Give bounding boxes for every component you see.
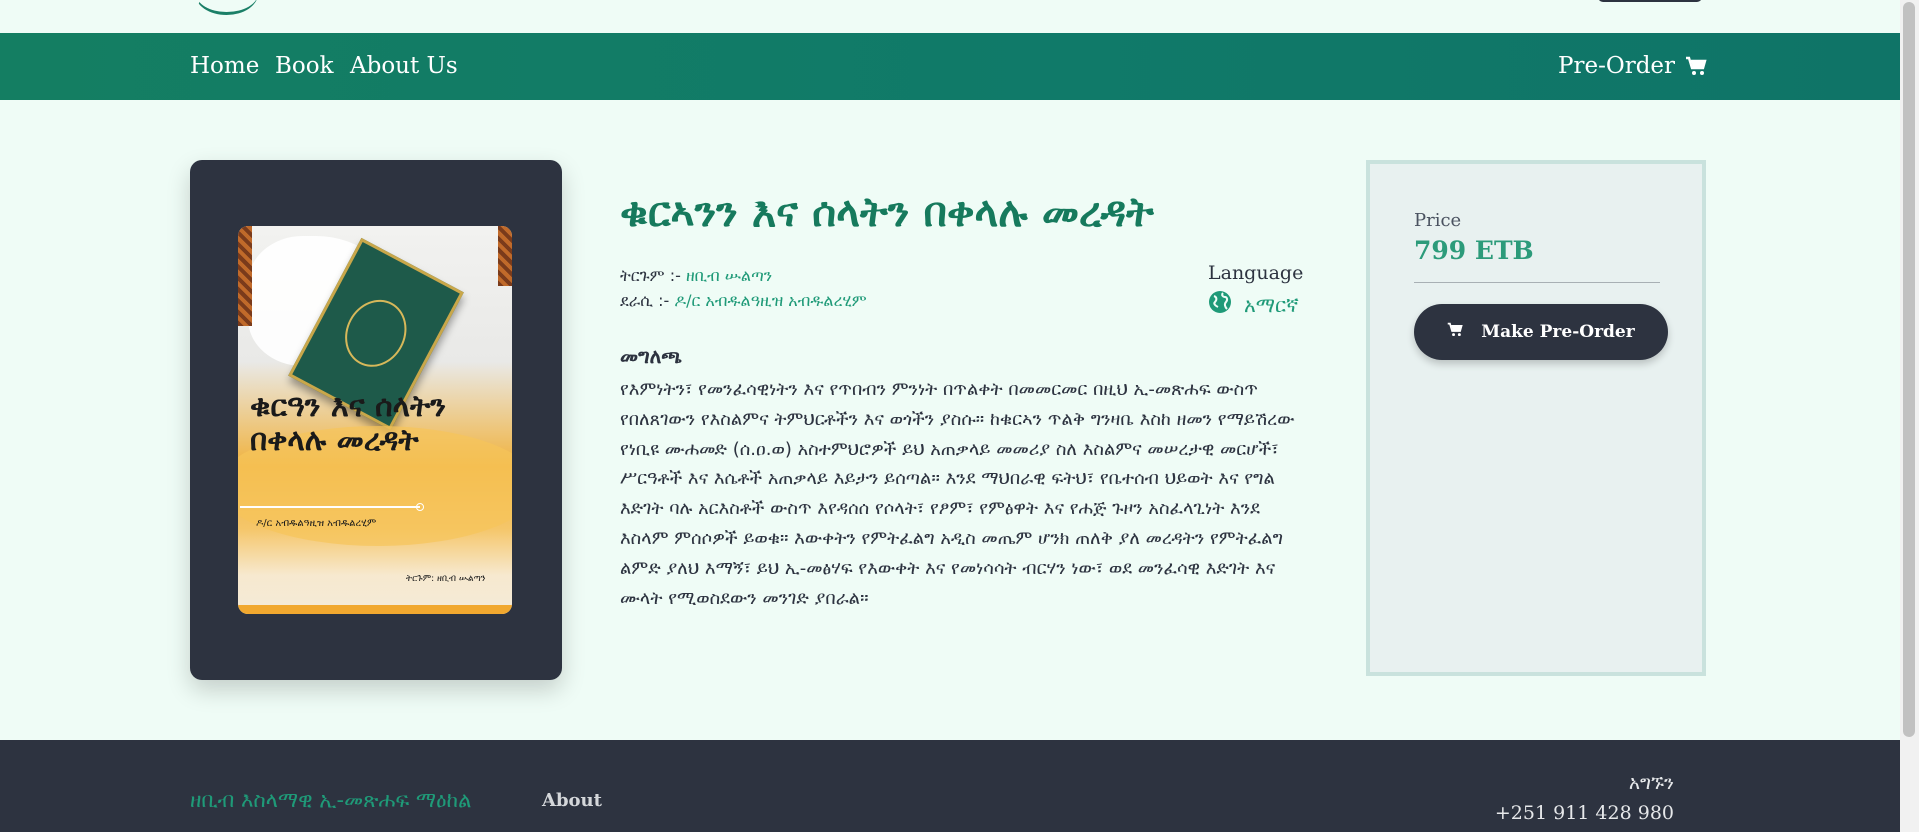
cover-pattern <box>498 226 512 286</box>
cover-author: ዶ/ር አብዱልዓዚዝ አብዱልረሂም <box>256 518 377 529</box>
cover-translator: ትርጉም: ዘቢብ ሡልጣን <box>406 574 486 584</box>
cover-pattern <box>238 226 252 326</box>
price-label: Price <box>1414 210 1462 231</box>
site-logo[interactable] <box>195 0 258 15</box>
cover-title: ቁርዓን እና ሰላትን በቀላሉ መረዳት <box>250 389 446 458</box>
translator-label: ትርጉም :- <box>620 266 681 285</box>
nav-home-link[interactable]: Home <box>190 53 259 79</box>
site-footer: ዘቢብ እስላማዊ ኢ-መጽሐፍ ማዕከል About አግኙን +251 91… <box>0 740 1900 832</box>
make-preorder-button[interactable]: Make Pre-Order <box>1414 304 1668 360</box>
book-cover-panel: ቁርዓን እና ሰላትን በቀላሉ መረዳት ዶ/ር አብዱልዓዚዝ አብዱልረ… <box>190 160 562 680</box>
author-label: ደራሲ :- <box>620 291 670 310</box>
cart-icon <box>1447 322 1463 342</box>
language-name: አማርኛ <box>1244 292 1299 317</box>
top-header <box>0 0 1900 33</box>
price-divider <box>1414 282 1660 283</box>
book-cover-image: ቁርዓን እና ሰላትን በቀላሉ መረዳት ዶ/ር አብዱልዓዚዝ አብዱልረ… <box>238 226 512 614</box>
cover-bottom-bar <box>238 605 512 614</box>
footer-brand[interactable]: ዘቢብ እስላማዊ ኢ-መጽሐፍ ማዕከል <box>190 788 471 813</box>
book-title: ቁርኣንን እና ሰላትን በቀላሉ መረዳት <box>620 188 1154 236</box>
nav-about-link[interactable]: About Us <box>350 53 458 79</box>
footer-phone[interactable]: +251 911 428 980 <box>1495 802 1674 824</box>
make-preorder-label: Make Pre-Order <box>1481 322 1635 342</box>
nav-preorder-label: Pre-Order <box>1558 53 1676 79</box>
main-navbar: Home Book About Us Pre-Order <box>0 33 1900 100</box>
language-label: Language <box>1208 262 1304 284</box>
author-row: ደራሲ :- ዶ/ር አብዱልዓዚዝ አብዱልረሂም <box>620 291 867 311</box>
price-card: Price 799 ETB Make Pre-Order <box>1366 160 1706 676</box>
footer-about-link[interactable]: About <box>542 790 602 811</box>
footer-contact-label: አግኙን <box>1628 772 1674 794</box>
nav-book-link[interactable]: Book <box>275 53 334 79</box>
scrollbar-thumb[interactable] <box>1903 2 1915 737</box>
book-description: የእምነትን፣ የመንፈሳዊነትን እና የጥበብን ምንነት በጥልቀት በመ… <box>620 379 1295 609</box>
nav-preorder-link[interactable]: Pre-Order <box>1558 53 1707 79</box>
translator-name: ዘቢብ ሡልጣን <box>685 266 773 285</box>
language-value: አማርኛ <box>1208 290 1299 319</box>
author-name: ዶ/ር አብዱልዓዚዝ አብዱልረሂም <box>674 291 867 310</box>
translator-row: ትርጉም :- ዘቢብ ሡልጣን <box>620 266 772 286</box>
price-value: 799 ETB <box>1414 236 1534 265</box>
header-button[interactable] <box>1598 0 1702 2</box>
cover-divider <box>240 503 424 511</box>
globe-icon <box>1208 290 1232 319</box>
description-heading: መግለጫ <box>620 344 682 368</box>
cart-icon <box>1685 56 1707 76</box>
